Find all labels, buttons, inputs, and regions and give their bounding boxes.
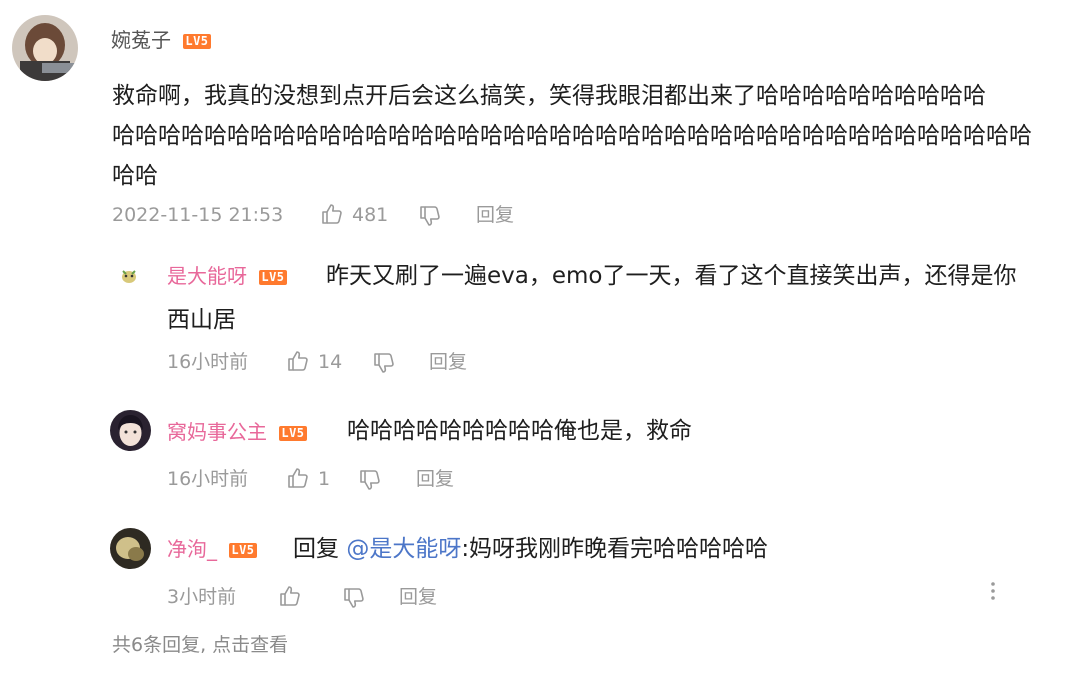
reply-button[interactable]: 回复: [476, 203, 514, 227]
username-text[interactable]: 净洵_: [167, 537, 217, 561]
avatar[interactable]: [110, 410, 151, 451]
reply-time: 16小时前: [167, 468, 249, 490]
reply-text: 昨天又刷了一遍eva，emo了一天，看了这个直接笑出声，还得是你: [326, 263, 1017, 289]
reply-button[interactable]: 回复: [399, 585, 437, 609]
like-count: 481: [352, 204, 389, 226]
avatar[interactable]: [12, 15, 78, 81]
thumbs-up-icon[interactable]: [278, 584, 302, 608]
username-text[interactable]: 婉菟子: [111, 28, 171, 52]
reply-body: :妈呀我刚昨晚看完哈哈哈哈哈: [461, 536, 769, 562]
reply-button[interactable]: 回复: [416, 467, 454, 491]
username-text[interactable]: 是大能呀: [167, 264, 247, 288]
more-vertical-icon[interactable]: [983, 580, 1003, 602]
reply-time: 3小时前: [167, 586, 237, 608]
thumbs-down-icon[interactable]: [418, 204, 442, 228]
level-badge: LV5: [183, 34, 211, 49]
thumbs-down-icon[interactable]: [358, 468, 382, 492]
username[interactable]: 窝妈事公主 LV5: [167, 420, 307, 444]
level-badge: LV5: [229, 543, 257, 558]
like-count: 14: [318, 351, 343, 373]
reply-button[interactable]: 回复: [429, 350, 467, 374]
reply-text: 哈哈哈哈哈哈哈哈哈俺也是，救命: [347, 418, 692, 444]
like-count: 1: [318, 468, 331, 490]
avatar[interactable]: [110, 528, 151, 569]
reply-text: 西山居: [167, 307, 236, 333]
thumbs-up-icon[interactable]: [286, 349, 310, 373]
view-more-replies-link[interactable]: 共6条回复, 点击查看: [112, 633, 288, 657]
mention-link[interactable]: @是大能呀: [346, 536, 461, 562]
level-badge: LV5: [259, 270, 287, 285]
thumbs-down-icon[interactable]: [372, 351, 396, 375]
comment-text: 救命啊，我真的没想到点开后会这么搞笑，笑得我眼泪都出来了哈哈哈哈哈哈哈哈哈哈 哈…: [112, 76, 1072, 196]
comment-line: 救命啊，我真的没想到点开后会这么搞笑，笑得我眼泪都出来了哈哈哈哈哈哈哈哈哈哈: [112, 83, 986, 109]
username[interactable]: 是大能呀 LV5: [167, 264, 287, 288]
thumbs-down-icon[interactable]: [342, 586, 366, 610]
username-text[interactable]: 窝妈事公主: [167, 420, 267, 444]
reply-time: 16小时前: [167, 351, 249, 373]
reply-prefix: 回复: [293, 536, 339, 562]
username[interactable]: 净洵_ LV5: [167, 537, 257, 561]
comment-line: 哈哈: [112, 163, 158, 189]
username[interactable]: 婉菟子 LV5: [111, 28, 211, 52]
avatar[interactable]: [115, 262, 143, 290]
reply-text: 回复 @是大能呀:妈呀我刚昨晚看完哈哈哈哈哈: [293, 529, 768, 569]
thumbs-up-icon[interactable]: [286, 466, 310, 490]
comment-line: 哈哈哈哈哈哈哈哈哈哈哈哈哈哈哈哈哈哈哈哈哈哈哈哈哈哈哈哈哈哈哈哈哈哈哈哈哈哈哈哈: [112, 123, 1032, 149]
thumbs-up-icon[interactable]: [320, 202, 344, 226]
comment-timestamp: 2022-11-15 21:53: [112, 204, 284, 226]
level-badge: LV5: [279, 426, 307, 441]
